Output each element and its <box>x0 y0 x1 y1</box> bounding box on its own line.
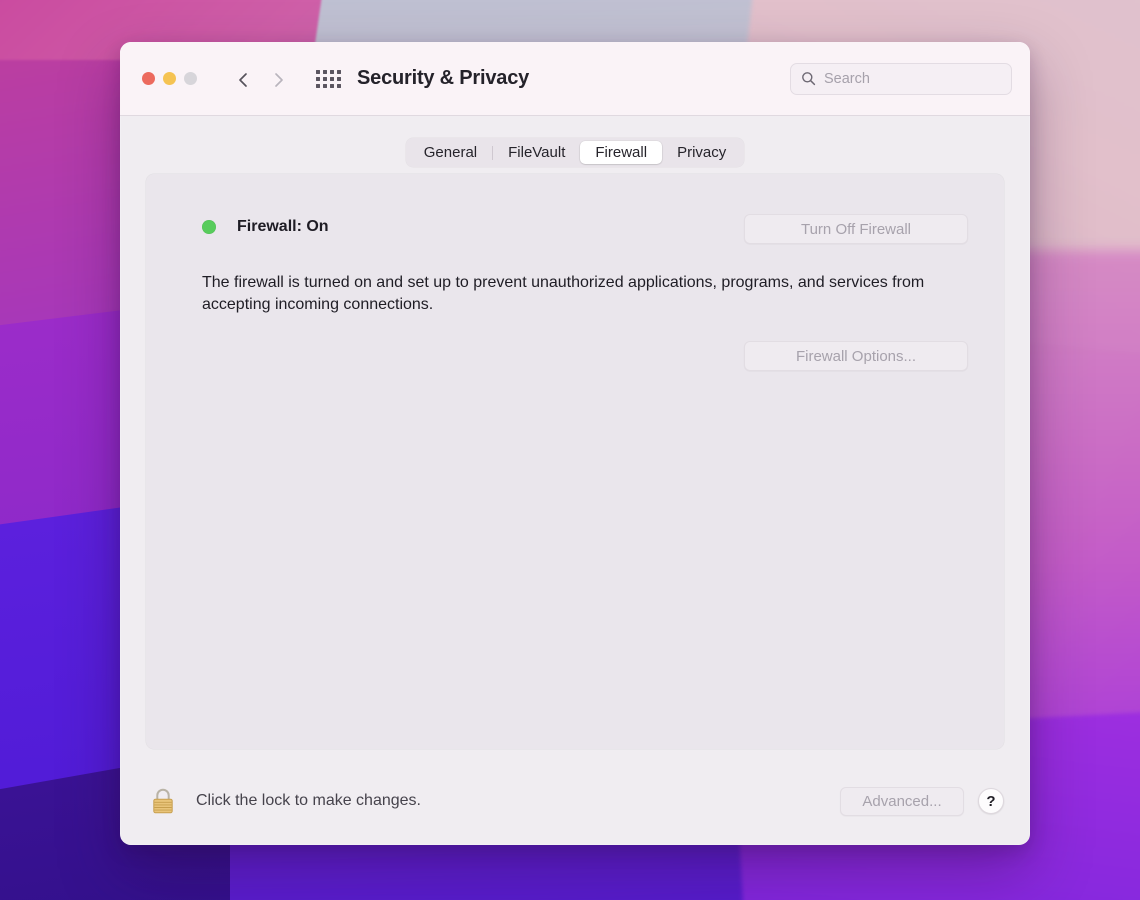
lock-message: Click the lock to make changes. <box>196 792 421 809</box>
minimize-button[interactable] <box>163 72 176 85</box>
search-icon <box>801 71 816 86</box>
firewall-status-row: Firewall: On Turn Off Firewall <box>202 214 968 244</box>
close-button[interactable] <box>142 72 155 85</box>
locked-padlock-icon[interactable] <box>146 784 180 818</box>
chevron-left-icon[interactable] <box>237 72 250 87</box>
firewall-panel: Firewall: On Turn Off Firewall The firew… <box>146 174 1004 749</box>
firewall-status-label: Firewall: On <box>237 218 329 235</box>
show-all-grid-icon[interactable] <box>315 66 341 92</box>
page-title: Security & Privacy <box>357 67 530 89</box>
tab-firewall[interactable]: Firewall <box>580 141 663 164</box>
turn-off-firewall-button[interactable]: Turn Off Firewall <box>744 214 968 244</box>
system-preferences-window: Security & Privacy General FileVault <box>120 42 1030 845</box>
tab-privacy[interactable]: Privacy <box>662 141 741 164</box>
search-field[interactable] <box>790 62 1012 95</box>
tab-general[interactable]: General <box>409 141 492 164</box>
firewall-description: The firewall is turned on and set up to … <box>202 274 925 313</box>
firewall-options-button[interactable]: Firewall Options... <box>744 341 968 371</box>
tab-bar: General FileVault Firewall Privacy <box>146 138 1004 167</box>
window-toolbar: Security & Privacy <box>120 42 1030 116</box>
footer-actions: Advanced... ? <box>840 786 1004 816</box>
segmented-control: General FileVault Firewall Privacy <box>405 138 745 167</box>
traffic-lights <box>142 72 197 85</box>
firewall-status: Firewall: On <box>202 214 329 236</box>
firewall-options-row: Firewall Options... <box>202 341 968 371</box>
status-indicator-dot <box>202 220 216 234</box>
zoom-button[interactable] <box>184 72 197 85</box>
nav-buttons <box>237 72 285 87</box>
chevron-right-icon[interactable] <box>272 72 285 87</box>
lock-area[interactable]: Click the lock to make changes. <box>146 784 421 818</box>
tab-filevault[interactable]: FileVault <box>493 141 580 164</box>
help-button[interactable]: ? <box>978 788 1004 814</box>
window-footer: Click the lock to make changes. Advanced… <box>120 771 1030 845</box>
search-input[interactable] <box>824 70 1001 87</box>
desktop-wallpaper: Security & Privacy General FileVault <box>0 0 1140 900</box>
advanced-button[interactable]: Advanced... <box>840 786 964 816</box>
window-body: General FileVault Firewall Privacy Firew… <box>120 116 1030 771</box>
